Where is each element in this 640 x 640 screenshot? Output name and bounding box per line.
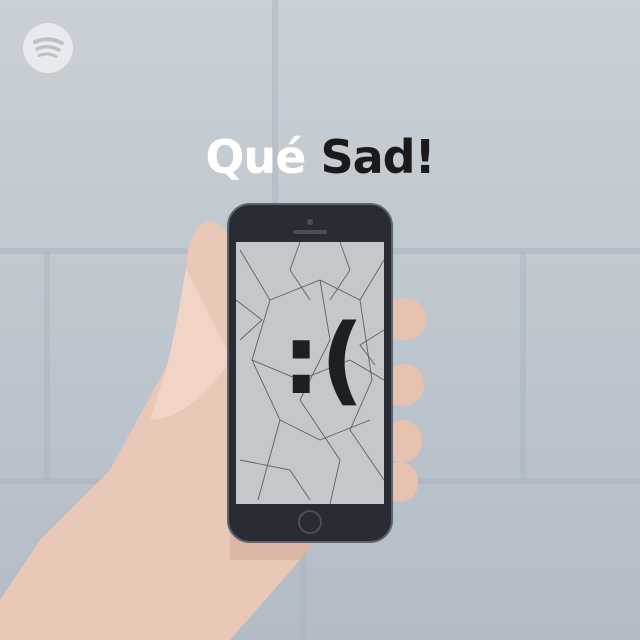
playlist-cover: Qué Sad!:(	[0, 0, 640, 640]
sad-face-emoticon: :(	[282, 304, 365, 416]
